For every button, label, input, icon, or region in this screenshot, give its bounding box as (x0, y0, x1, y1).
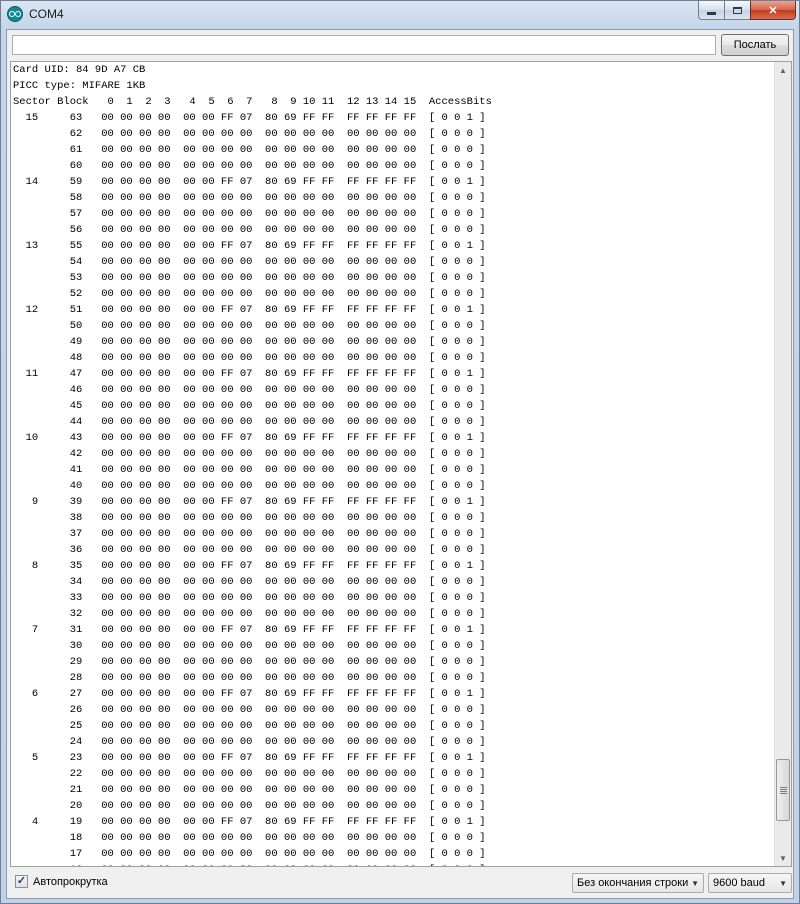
output-line: 18 00 00 00 00 00 00 00 00 00 00 00 00 0… (13, 832, 486, 844)
send-button[interactable]: Послать (721, 34, 789, 56)
grip-icon (780, 787, 787, 788)
autoscroll-toggle[interactable]: ✓ Автопрокрутка (15, 875, 108, 888)
output-line: 20 00 00 00 00 00 00 00 00 00 00 00 00 0… (13, 800, 486, 812)
output-line: 16 00 00 00 00 00 00 00 00 00 00 00 00 0… (13, 862, 773, 866)
output-line: 32 00 00 00 00 00 00 00 00 00 00 00 00 0… (13, 608, 486, 620)
output-line: 21 00 00 00 00 00 00 00 00 00 00 00 00 0… (13, 784, 486, 796)
arduino-icon (7, 6, 23, 22)
chevron-down-icon: ▼ (779, 879, 787, 888)
output-line: 50 00 00 00 00 00 00 00 00 00 00 00 00 0… (13, 320, 486, 332)
output-line: 61 00 00 00 00 00 00 00 00 00 00 00 00 0… (13, 144, 486, 156)
close-button[interactable]: ✕ (750, 1, 796, 20)
output-line: 44 00 00 00 00 00 00 00 00 00 00 00 00 0… (13, 416, 486, 428)
output-line: 56 00 00 00 00 00 00 00 00 00 00 00 00 0… (13, 224, 486, 236)
window-title: COM4 (29, 7, 64, 21)
serial-monitor-window: COM4 ✕ Послать Card UID: 84 9D A7 CB PICC… (0, 0, 800, 904)
output-line: 24 00 00 00 00 00 00 00 00 00 00 00 00 0… (13, 736, 486, 748)
maximize-button[interactable] (724, 1, 751, 20)
output-line: 7 31 00 00 00 00 00 00 FF 07 80 69 FF FF… (13, 624, 486, 636)
output-line: 48 00 00 00 00 00 00 00 00 00 00 00 00 0… (13, 352, 486, 364)
output-line: 38 00 00 00 00 00 00 00 00 00 00 00 00 0… (13, 512, 486, 524)
output-line: 15 63 00 00 00 00 00 00 FF 07 80 69 FF F… (13, 112, 486, 124)
baud-rate-select[interactable]: 9600 baud ▼ (708, 873, 792, 893)
output-line: 8 35 00 00 00 00 00 00 FF 07 80 69 FF FF… (13, 560, 486, 572)
output-line: 34 00 00 00 00 00 00 00 00 00 00 00 00 0… (13, 576, 486, 588)
output-line: 11 47 00 00 00 00 00 00 FF 07 80 69 FF F… (13, 368, 486, 380)
maximize-icon (733, 6, 742, 14)
output-line: Sector Block 0 1 2 3 4 5 6 7 8 9 10 11 1… (13, 96, 492, 108)
output-line: 60 00 00 00 00 00 00 00 00 00 00 00 00 0… (13, 160, 486, 172)
output-line: 54 00 00 00 00 00 00 00 00 00 00 00 00 0… (13, 256, 486, 268)
output-line: 41 00 00 00 00 00 00 00 00 00 00 00 00 0… (13, 464, 486, 476)
output-line: 6 27 00 00 00 00 00 00 FF 07 80 69 FF FF… (13, 688, 486, 700)
output-line: 57 00 00 00 00 00 00 00 00 00 00 00 00 0… (13, 208, 486, 220)
serial-output-text: Card UID: 84 9D A7 CB PICC type: MIFARE 1… (13, 62, 773, 866)
close-icon: ✕ (768, 4, 778, 17)
output-line: 12 51 00 00 00 00 00 00 FF 07 80 69 FF F… (13, 304, 486, 316)
output-line: 26 00 00 00 00 00 00 00 00 00 00 00 00 0… (13, 704, 486, 716)
output-line: 14 59 00 00 00 00 00 00 FF 07 80 69 FF F… (13, 176, 486, 188)
output-line: 4 19 00 00 00 00 00 00 FF 07 80 69 FF FF… (13, 816, 486, 828)
chevron-down-icon: ▼ (691, 879, 699, 888)
output-line: 45 00 00 00 00 00 00 00 00 00 00 00 00 0… (13, 400, 486, 412)
footer-bar: ✓ Автопрокрутка Без окончания строки ▼ 9… (10, 871, 792, 895)
output-line: 22 00 00 00 00 00 00 00 00 00 00 00 00 0… (13, 768, 486, 780)
output-line: 52 00 00 00 00 00 00 00 00 00 00 00 00 0… (13, 288, 486, 300)
minimize-button[interactable] (698, 1, 725, 20)
minimize-icon (707, 11, 716, 15)
scroll-thumb[interactable] (776, 759, 790, 821)
autoscroll-label: Автопрокрутка (33, 875, 108, 888)
scroll-up-icon[interactable]: ▲ (775, 62, 791, 78)
output-line: 13 55 00 00 00 00 00 00 FF 07 80 69 FF F… (13, 240, 486, 252)
output-line: 30 00 00 00 00 00 00 00 00 00 00 00 00 0… (13, 640, 486, 652)
output-line: 9 39 00 00 00 00 00 00 FF 07 80 69 FF FF… (13, 496, 486, 508)
scroll-down-icon[interactable]: ▼ (775, 850, 791, 866)
output-line: 62 00 00 00 00 00 00 00 00 00 00 00 00 0… (13, 128, 486, 140)
send-input[interactable] (12, 35, 716, 55)
serial-output[interactable]: Card UID: 84 9D A7 CB PICC type: MIFARE 1… (10, 61, 792, 867)
output-line: 5 23 00 00 00 00 00 00 FF 07 80 69 FF FF… (13, 752, 486, 764)
output-line: 40 00 00 00 00 00 00 00 00 00 00 00 00 0… (13, 480, 486, 492)
output-line: Card UID: 84 9D A7 CB (13, 64, 146, 76)
output-line: PICC type: MIFARE 1KB (13, 80, 146, 92)
output-line: 53 00 00 00 00 00 00 00 00 00 00 00 00 0… (13, 272, 486, 284)
output-line: 36 00 00 00 00 00 00 00 00 00 00 00 00 0… (13, 544, 486, 556)
output-line: 37 00 00 00 00 00 00 00 00 00 00 00 00 0… (13, 528, 486, 540)
output-line: 58 00 00 00 00 00 00 00 00 00 00 00 00 0… (13, 192, 486, 204)
output-line: 28 00 00 00 00 00 00 00 00 00 00 00 00 0… (13, 672, 486, 684)
output-line: 25 00 00 00 00 00 00 00 00 00 00 00 00 0… (13, 720, 486, 732)
output-line: 46 00 00 00 00 00 00 00 00 00 00 00 00 0… (13, 384, 486, 396)
title-bar[interactable]: COM4 ✕ (1, 1, 799, 28)
line-ending-value: Без окончания строки (577, 877, 689, 889)
vertical-scrollbar[interactable]: ▲ ▼ (774, 62, 791, 866)
line-ending-select[interactable]: Без окончания строки ▼ (572, 873, 704, 893)
output-line: 33 00 00 00 00 00 00 00 00 00 00 00 00 0… (13, 592, 486, 604)
output-line: 17 00 00 00 00 00 00 00 00 00 00 00 00 0… (13, 848, 486, 860)
baud-rate-value: 9600 baud (713, 877, 765, 889)
client-area: Послать Card UID: 84 9D A7 CB PICC type: … (6, 29, 794, 899)
output-line: 10 43 00 00 00 00 00 00 FF 07 80 69 FF F… (13, 432, 486, 444)
output-line: 29 00 00 00 00 00 00 00 00 00 00 00 00 0… (13, 656, 486, 668)
checkmark-icon: ✓ (16, 875, 27, 887)
output-line: 42 00 00 00 00 00 00 00 00 00 00 00 00 0… (13, 448, 486, 460)
autoscroll-checkbox[interactable]: ✓ (15, 875, 28, 888)
output-line: 49 00 00 00 00 00 00 00 00 00 00 00 00 0… (13, 336, 486, 348)
